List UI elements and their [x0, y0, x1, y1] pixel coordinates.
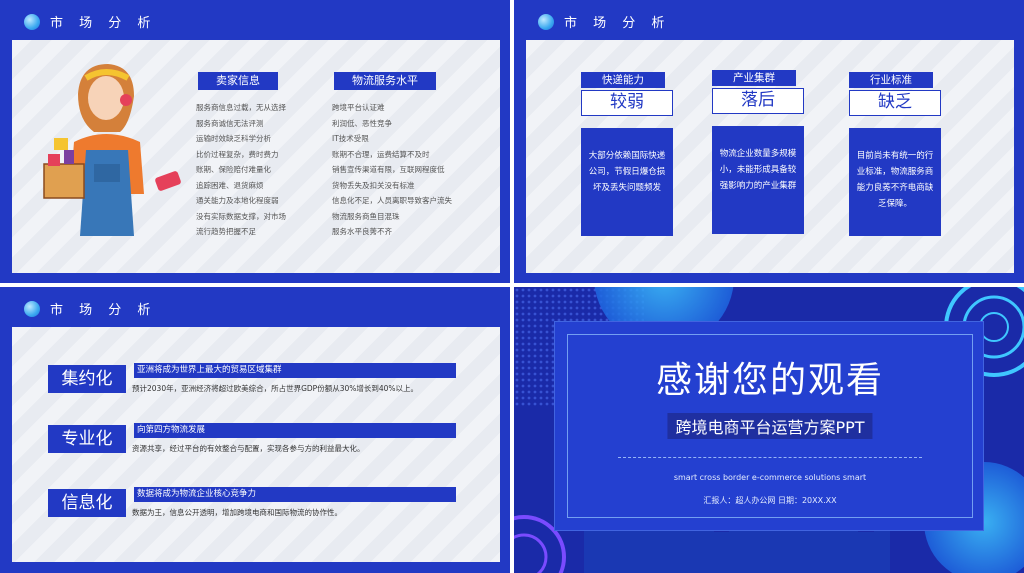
list-item: 利润低、恶性竞争 — [332, 118, 392, 128]
reporter-info: 汇报人：超人办公网 日期：20XX.XX — [703, 496, 837, 505]
bullet-dot-icon — [24, 300, 40, 317]
list-item: 没有实际数据支撑，对市场 — [196, 211, 286, 221]
trend-detail: 资源共享，经过平台的有效整合与配置，实现各参与方的利益最大化。 — [132, 444, 365, 453]
slide-header: 市 场 分 析 — [24, 12, 156, 31]
column-label: 快递能力 — [581, 72, 665, 88]
slide-header-title: 市 场 分 析 — [50, 303, 157, 318]
logistics-service-column: 物流服务水平 跨境平台认证难 利润低、恶性竞争 IT技术受限 账期不合理，运费结… — [332, 72, 452, 240]
list-item: 运输时效缺乏科学分析 — [196, 134, 271, 143]
trend-row: 专业化 向第四方物流发展 资源共享，经过平台的有效整合与配置，实现各参与方的利益… — [48, 423, 468, 463]
closing-subtitle: 跨境电商平台运营方案PPT — [667, 413, 873, 439]
trend-row: 集约化 亚洲将成为世界上最大的贸易区域集群 预计2030年，亚洲经济将超过欧美综… — [48, 363, 468, 403]
slide-header-title: 市 场 分 析 — [50, 16, 157, 31]
list-item: 账期不合理，运费结算不及时 — [332, 149, 430, 159]
list-item: 追踪困难、退货麻烦 — [196, 180, 264, 190]
column-value: 较弱 — [581, 90, 673, 116]
content-card: 卖家信息 服务商信息过载，无从选择 服务商诚信无法评测 运输时效缺乏科学分析 比… — [12, 40, 500, 273]
closing-title: 感谢您的观看 — [655, 360, 884, 401]
logistics-service-title: 物流服务水平 — [334, 72, 436, 90]
list-item: 比价过程复杂，费时费力 — [196, 149, 279, 159]
trend-keyword: 信息化 — [48, 489, 126, 517]
list-item: 服务水平良莠不齐 — [332, 227, 392, 236]
column-label: 行业标准 — [849, 72, 933, 88]
dashed-divider — [618, 457, 922, 458]
list-item: 服务商信息过载，无从选择 — [196, 103, 286, 112]
trend-headline: 数据将成为物流企业核心竞争力 — [134, 487, 456, 502]
list-item: 账期、保险赔付难量化 — [196, 165, 271, 174]
list-item: 跨境平台认证难 — [332, 103, 385, 112]
trend-keyword: 专业化 — [48, 425, 126, 453]
slide-thumbnail-3[interactable]: 市 场 分 析 集约化 亚洲将成为世界上最大的贸易区域集群 预计2030年，亚洲… — [0, 287, 510, 573]
slide-header-title: 市 场 分 析 — [564, 16, 671, 31]
bullet-dot-icon — [24, 13, 40, 30]
industry-standard-column: 行业标准 缺乏 目前尚未有统一的行业标准，物流服务商能力良莠不齐电商缺乏保障。 — [849, 72, 941, 236]
slide-thumbnail-2[interactable]: 市 场 分 析 快递能力 较弱 大部分依赖国际快递公司，节假日爆仓损坏及丢失问题… — [514, 0, 1024, 283]
list-item: 销售宣传渠道有限，互联网程度低 — [332, 165, 445, 174]
express-capability-column: 快递能力 较弱 大部分依赖国际快递公司，节假日爆仓损坏及丢失问题频发 — [581, 72, 673, 236]
slide-header: 市 场 分 析 — [24, 299, 156, 318]
trend-keyword: 集约化 — [48, 365, 126, 393]
closing-inner-border: 感谢您的观看 跨境电商平台运营方案PPT smart cross border … — [567, 334, 973, 518]
column-label: 产业集群 — [712, 70, 796, 86]
woman-shopping-illustration — [43, 64, 181, 236]
trend-detail: 数据为王，信息公开透明，增加跨境电商和国际物流的协作性。 — [132, 508, 342, 517]
trend-headline: 向第四方物流发展 — [134, 423, 456, 438]
content-card: 快递能力 较弱 大部分依赖国际快递公司，节假日爆仓损坏及丢失问题频发 产业集群 … — [526, 40, 1014, 273]
english-tagline: smart cross border e-commerce solutions … — [673, 473, 867, 482]
seller-info-column: 卖家信息 服务商信息过载，无从选择 服务商诚信无法评测 运输时效缺乏科学分析 比… — [196, 72, 314, 240]
list-item: 物流服务商鱼目混珠 — [332, 211, 400, 221]
column-value: 落后 — [712, 88, 804, 114]
column-value: 缺乏 — [849, 90, 941, 116]
slide-thumbnail-4[interactable]: 感谢您的观看 跨境电商平台运营方案PPT smart cross border … — [514, 287, 1024, 573]
list-item: 通关能力及本地化程度弱 — [196, 196, 279, 205]
list-item: 信息化不足，人员离职导致客户流失 — [332, 196, 452, 205]
seller-info-title: 卖家信息 — [198, 72, 278, 90]
list-item: 流行趋势把握不足 — [196, 227, 256, 236]
trend-headline: 亚洲将成为世界上最大的贸易区域集群 — [134, 363, 456, 378]
trend-detail: 预计2030年，亚洲经济将超过欧美综合，所占世界GDP份额从30%增长到40%以… — [132, 384, 419, 393]
column-description: 物流企业数量多规模小，未能形成具备较强影响力的产业集群 — [712, 126, 804, 234]
list-item: 货物丢失及扣关没有标准 — [332, 180, 415, 190]
slide-header: 市 场 分 析 — [538, 12, 670, 31]
list-item: IT技术受限 — [332, 134, 369, 143]
trend-row: 信息化 数据将成为物流企业核心竞争力 数据为王，信息公开透明，增加跨境电商和国际… — [48, 487, 468, 527]
column-description: 目前尚未有统一的行业标准，物流服务商能力良莠不齐电商缺乏保障。 — [849, 128, 941, 236]
column-description: 大部分依赖国际快递公司，节假日爆仓损坏及丢失问题频发 — [581, 128, 673, 236]
list-item: 服务商诚信无法评测 — [196, 118, 264, 128]
bullet-dot-icon — [538, 13, 554, 30]
closing-frame: 感谢您的观看 跨境电商平台运营方案PPT smart cross border … — [554, 321, 984, 531]
slide-thumbnail-1[interactable]: 市 场 分 析 卖家信息 服务商信息过载，无从选择 服务商诚信无法评测 运输时效… — [0, 0, 510, 283]
industry-cluster-column: 产业集群 落后 物流企业数量多规模小，未能形成具备较强影响力的产业集群 — [712, 70, 804, 234]
content-card: 集约化 亚洲将成为世界上最大的贸易区域集群 预计2030年，亚洲经济将超过欧美综… — [12, 327, 500, 562]
